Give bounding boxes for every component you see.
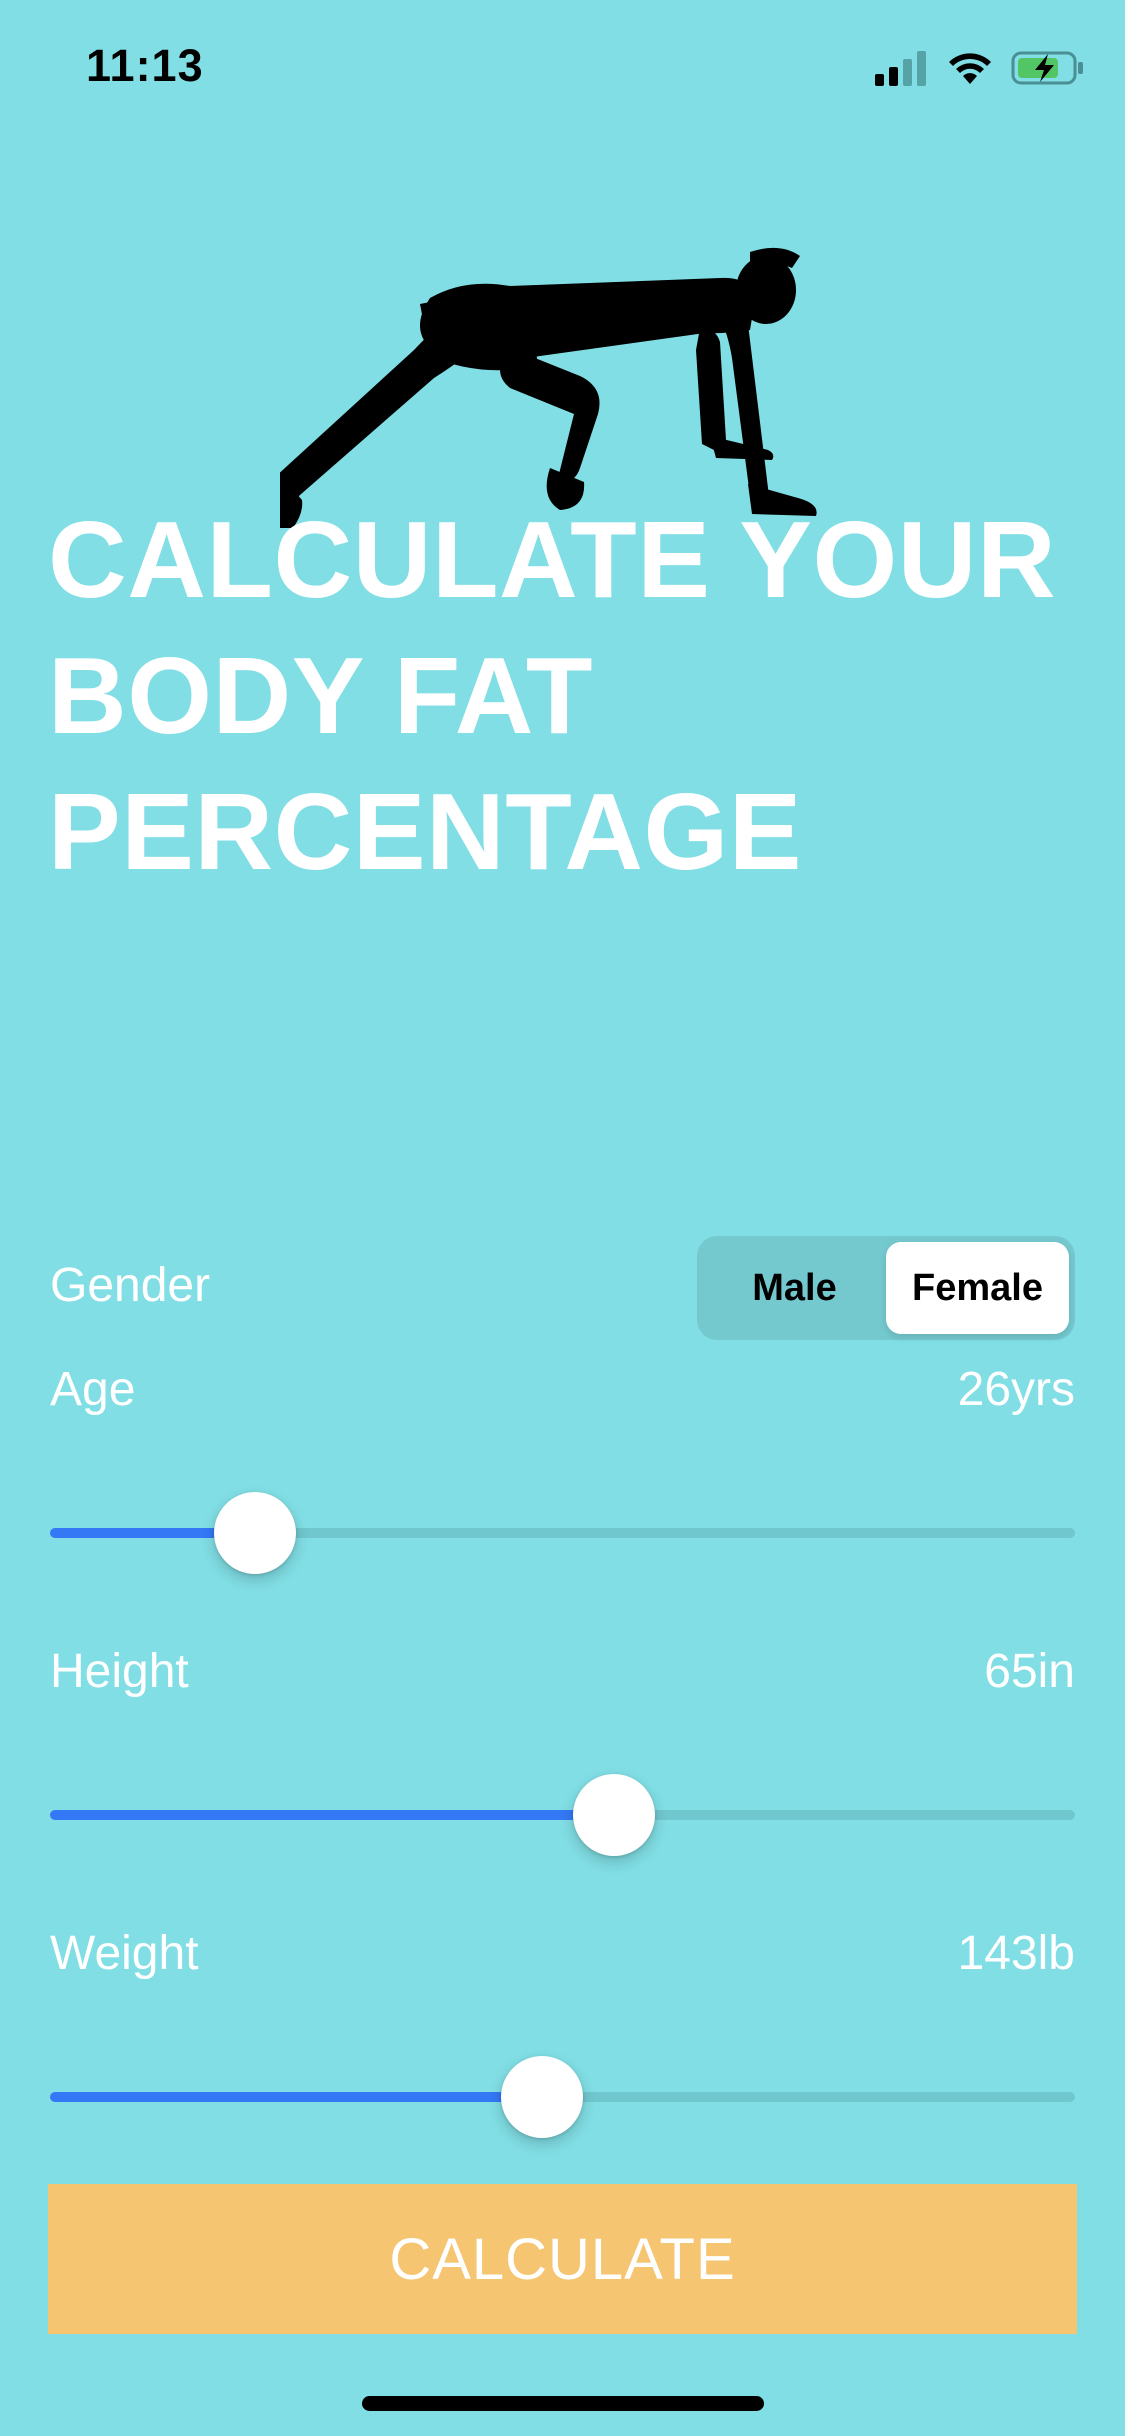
height-slider-thumb[interactable]	[572, 1774, 655, 1856]
weight-value: 143lb	[957, 1927, 1075, 1980]
height-slider[interactable]	[50, 1770, 1075, 1860]
weight-slider-fill	[50, 2092, 542, 2102]
age-value: 26yrs	[957, 1363, 1075, 1416]
home-indicator	[362, 2396, 764, 2411]
age-slider-thumb[interactable]	[214, 1492, 296, 1574]
weight-label: Weight	[50, 1927, 199, 1980]
runner-silhouette-icon	[280, 247, 817, 528]
battery-charging-icon	[1011, 51, 1083, 85]
height-value: 65in	[984, 1645, 1075, 1698]
wifi-icon	[949, 53, 991, 84]
page-title: CALCULATE YOUR BODY FAT PERCENTAGE	[48, 492, 1088, 900]
calculate-button[interactable]: CALCULATE	[48, 2184, 1077, 2334]
age-label: Age	[50, 1363, 136, 1416]
status-icons	[875, 50, 1085, 86]
weight-slider[interactable]	[50, 2052, 1075, 2142]
title-line-1: CALCULATE YOUR	[48, 499, 1057, 621]
status-time: 11:13	[86, 40, 204, 91]
height-label: Height	[50, 1645, 189, 1698]
gender-segmented-control: Male Female	[697, 1236, 1075, 1340]
title-line-2: BODY FAT	[48, 635, 594, 757]
weight-slider-thumb[interactable]	[501, 2056, 583, 2138]
gender-label: Gender	[50, 1259, 211, 1312]
title-line-3: PERCENTAGE	[48, 771, 802, 893]
gender-option-female[interactable]: Female	[886, 1242, 1069, 1334]
height-slider-fill	[50, 1810, 614, 1820]
age-slider[interactable]	[50, 1488, 1075, 1578]
cellular-signal-icon	[875, 51, 926, 86]
gender-option-male[interactable]: Male	[703, 1242, 886, 1334]
